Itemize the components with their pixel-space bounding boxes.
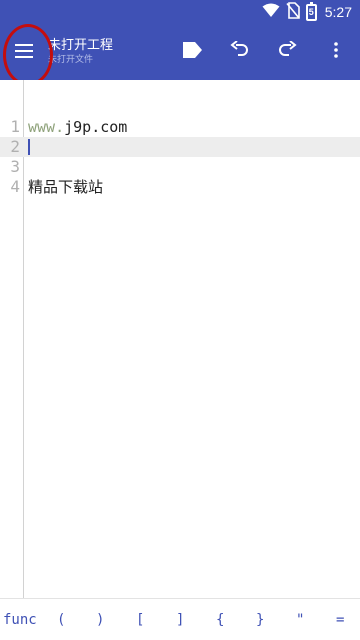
symbol-quote[interactable]: " (296, 609, 304, 631)
battery-level: 5 (308, 7, 314, 17)
editor-line-current[interactable]: 2 (0, 137, 360, 157)
app-toolbar: 未打开工程 未打开文件 (0, 24, 360, 80)
project-title: 未打开工程 (48, 37, 114, 52)
run-icon (182, 42, 203, 62)
symbol-func[interactable]: func (3, 609, 37, 631)
line-number: 1 (10, 117, 20, 136)
menu-icon (15, 43, 33, 62)
more-options-button[interactable] (316, 32, 356, 72)
wifi-icon (262, 2, 280, 22)
more-vert-icon (334, 42, 338, 62)
clock: 5:27 (324, 4, 352, 20)
symbol-open-paren[interactable]: ( (57, 609, 65, 631)
line-number: 3 (10, 157, 20, 176)
status-bar: 5 5:27 (0, 0, 360, 24)
line-number: 4 (10, 177, 20, 196)
symbol-open-bracket[interactable]: [ (136, 609, 144, 631)
editor-line[interactable]: 1 www.j9p.com (0, 117, 360, 137)
symbol-bar: func ( ) [ ] { } " = (0, 598, 360, 640)
line-text: 精品下载站 (28, 178, 104, 196)
redo-button[interactable] (267, 32, 307, 72)
title-block: 未打开工程 未打开文件 (48, 36, 113, 65)
editor-line[interactable]: 3 (0, 157, 360, 177)
file-subtitle: 未打开文件 (48, 54, 94, 64)
line-text-prefix: www. (28, 118, 65, 136)
symbol-close-bracket[interactable]: ] (176, 609, 184, 631)
text-cursor (28, 139, 30, 155)
editor-line[interactable]: 4 精品下载站 (0, 177, 360, 197)
menu-button[interactable] (4, 32, 44, 72)
symbol-close-brace[interactable]: } (256, 609, 264, 631)
battery-icon: 5 (305, 1, 317, 21)
line-text-main: j9p.com (64, 118, 128, 136)
symbol-close-paren[interactable]: ) (96, 609, 104, 631)
run-button[interactable] (173, 32, 213, 72)
symbol-equals[interactable]: = (336, 609, 344, 631)
redo-icon (277, 40, 297, 63)
code-editor[interactable]: 1 www.j9p.com 2 3 4 精品下载站 (0, 80, 360, 598)
undo-icon (230, 40, 250, 63)
symbol-open-brace[interactable]: { (216, 609, 224, 631)
line-number: 2 (10, 137, 20, 156)
no-sim-icon (286, 1, 300, 23)
undo-button[interactable] (220, 32, 260, 72)
line-text: www.j9p.com (28, 117, 127, 137)
